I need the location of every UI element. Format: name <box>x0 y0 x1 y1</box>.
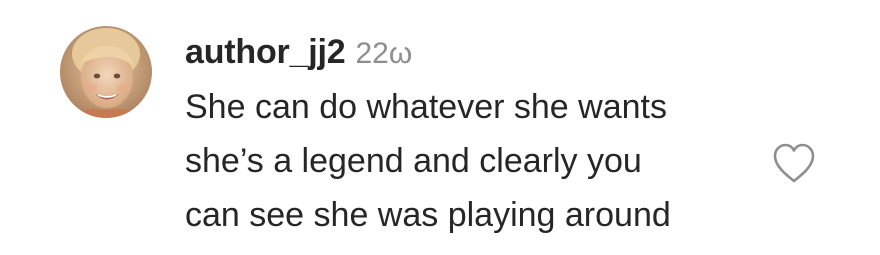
username-link[interactable]: author_jj2 <box>185 32 346 72</box>
avatar[interactable] <box>60 26 152 118</box>
comment-time[interactable]: 22ω <box>355 34 412 74</box>
comment-text: She can do whatever she wants she’s a le… <box>185 88 671 234</box>
comment: author_jj2 22ω She can do whatever she w… <box>0 0 880 255</box>
heart-outline-icon <box>773 143 815 183</box>
comment-body: author_jj2 22ω She can do whatever she w… <box>185 32 745 242</box>
like-button[interactable] <box>771 141 817 185</box>
comment-header: author_jj2 22ω <box>185 32 745 74</box>
avatar-image <box>60 26 152 118</box>
